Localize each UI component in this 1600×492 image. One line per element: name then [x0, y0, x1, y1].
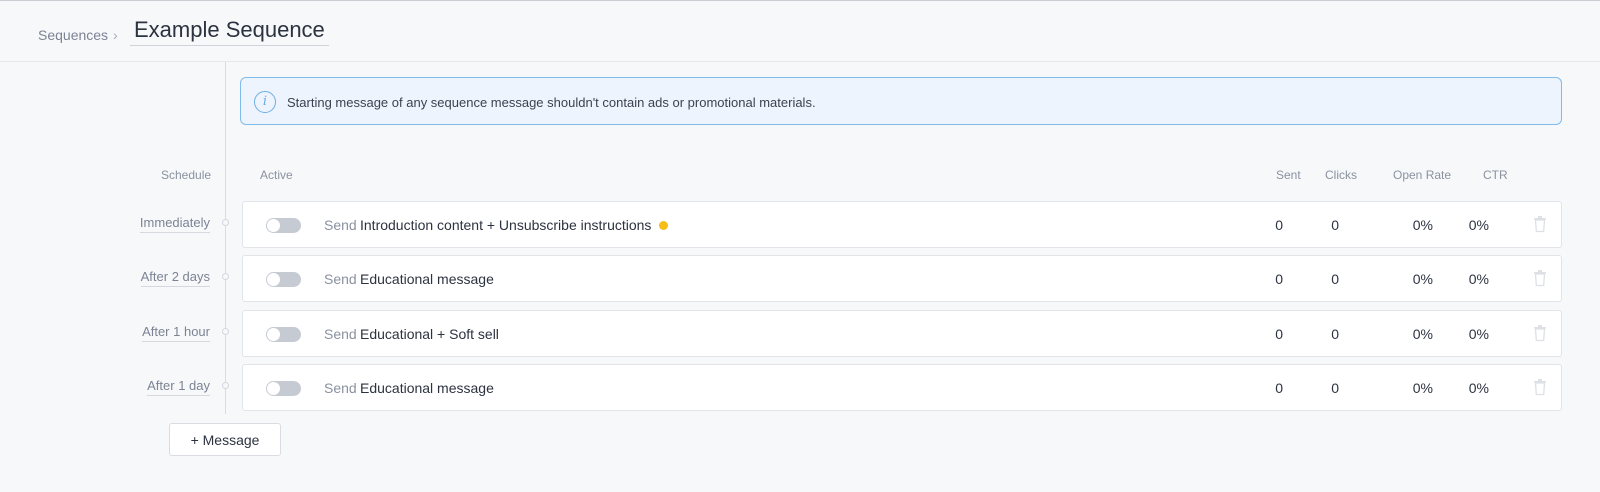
trash-icon[interactable] — [1533, 269, 1547, 287]
sent-value: 0 — [1275, 380, 1283, 396]
ctr-value: 0% — [1468, 217, 1489, 233]
column-header-open-rate: Open Rate — [1393, 168, 1452, 182]
clicks-value: 0 — [1331, 380, 1339, 396]
trash-icon[interactable] — [1533, 215, 1547, 233]
message-name-link[interactable]: Introduction content + Unsubscribe instr… — [360, 217, 669, 233]
notice-text: Starting message of any sequence message… — [287, 95, 816, 110]
open-rate-value: 0% — [1412, 380, 1433, 396]
trash-icon[interactable] — [1533, 378, 1547, 396]
timeline-dot — [222, 219, 229, 226]
info-notice: i Starting message of any sequence messa… — [240, 77, 1562, 125]
message-name-link[interactable]: Educational + Soft sell — [360, 326, 499, 342]
schedule-label[interactable]: After 1 hour — [130, 324, 210, 342]
trash-icon[interactable] — [1533, 324, 1547, 342]
open-rate-value: 0% — [1412, 217, 1433, 233]
schedule-label[interactable]: Immediately — [130, 215, 210, 233]
message-name-link[interactable]: Educational message — [360, 380, 494, 396]
message-row[interactable]: Send Educational message 0 0 0% 0% — [242, 255, 1562, 302]
active-toggle[interactable] — [266, 272, 301, 287]
send-label: Send — [324, 271, 357, 287]
column-header-active: Active — [260, 168, 293, 182]
timeline-dot — [222, 382, 229, 389]
ctr-value: 0% — [1468, 380, 1489, 396]
clicks-value: 0 — [1331, 217, 1339, 233]
page-header: Sequences › Example Sequence — [0, 1, 1600, 62]
active-toggle[interactable] — [266, 218, 301, 233]
active-toggle[interactable] — [266, 327, 301, 342]
warning-dot-icon — [659, 221, 669, 230]
message-row[interactable]: Send Introduction content + Unsubscribe … — [242, 201, 1562, 248]
column-header-clicks: Clicks — [1325, 168, 1357, 182]
schedule-label[interactable]: After 1 day — [130, 378, 210, 396]
open-rate-value: 0% — [1412, 326, 1433, 342]
clicks-value: 0 — [1331, 271, 1339, 287]
message-row[interactable]: Send Educational + Soft sell 0 0 0% 0% — [242, 310, 1562, 357]
ctr-value: 0% — [1468, 326, 1489, 342]
send-label: Send — [324, 326, 357, 342]
add-message-button[interactable]: + Message — [169, 423, 281, 456]
ctr-value: 0% — [1468, 271, 1489, 287]
timeline-dot — [222, 273, 229, 280]
send-label: Send — [324, 380, 357, 396]
column-header-ctr: CTR — [1483, 168, 1508, 182]
send-label: Send — [324, 217, 357, 233]
column-header-schedule: Schedule — [161, 168, 212, 182]
breadcrumb-sequences-link[interactable]: Sequences — [38, 27, 108, 43]
clicks-value: 0 — [1331, 326, 1339, 342]
sent-value: 0 — [1275, 271, 1283, 287]
timeline-dot — [222, 328, 229, 335]
info-icon: i — [254, 91, 276, 113]
schedule-label[interactable]: After 2 days — [130, 269, 210, 287]
column-header-sent: Sent — [1276, 168, 1301, 182]
sequence-title-input[interactable]: Example Sequence — [130, 17, 329, 46]
message-row[interactable]: Send Educational message 0 0 0% 0% — [242, 364, 1562, 411]
active-toggle[interactable] — [266, 381, 301, 396]
message-name-link[interactable]: Educational message — [360, 271, 494, 287]
sent-value: 0 — [1275, 326, 1283, 342]
open-rate-value: 0% — [1412, 271, 1433, 287]
sent-value: 0 — [1275, 217, 1283, 233]
timeline-line — [225, 62, 226, 414]
breadcrumb-chevron-icon: › — [113, 27, 118, 43]
